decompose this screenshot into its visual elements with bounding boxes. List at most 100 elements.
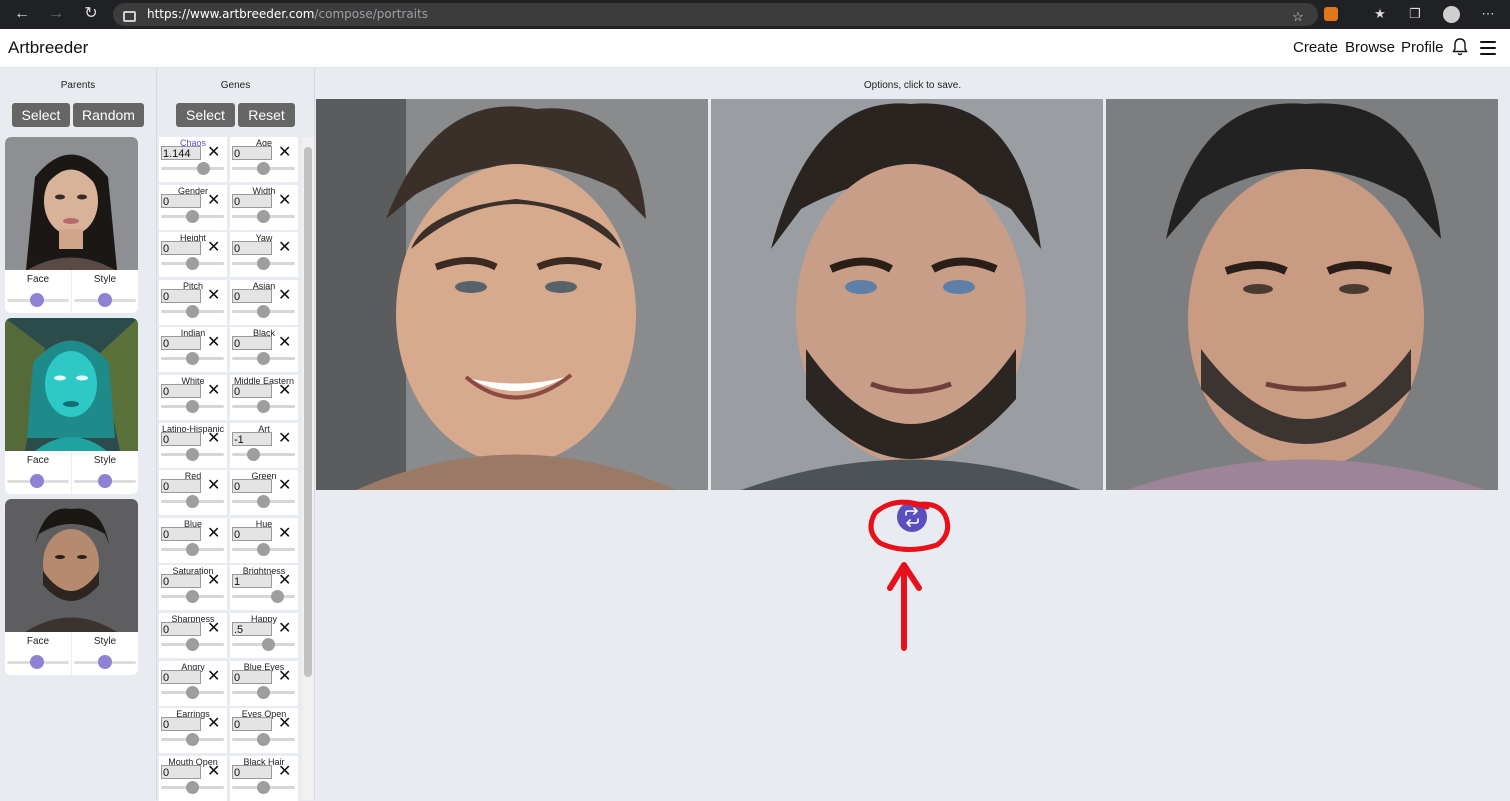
gene-slider-knob[interactable]: [257, 162, 270, 175]
gene-value-input[interactable]: 0: [161, 384, 201, 398]
close-icon[interactable]: ✕: [207, 619, 220, 639]
style-slider-knob[interactable]: [98, 293, 112, 307]
face-slider-knob[interactable]: [30, 655, 44, 669]
star-add-icon[interactable]: ☆: [1288, 8, 1308, 26]
gene-value-input[interactable]: 0: [161, 764, 201, 779]
gene-value-input[interactable]: 0: [161, 288, 201, 303]
parent-card[interactable]: Face Style: [5, 137, 138, 313]
gene-value-input[interactable]: 0: [161, 669, 201, 684]
gene-value-input[interactable]: 0: [161, 574, 201, 589]
bell-icon[interactable]: [1452, 38, 1468, 56]
parent-portrait-image[interactable]: [5, 499, 138, 632]
close-icon[interactable]: ✕: [207, 381, 220, 401]
nav-browse[interactable]: Browse: [1345, 39, 1395, 56]
gene-slider-knob[interactable]: [257, 257, 270, 271]
option-image[interactable]: [316, 99, 708, 490]
gene-slider-knob[interactable]: [257, 542, 270, 556]
reload-icon[interactable]: ↻: [80, 4, 102, 24]
gene-slider-knob[interactable]: [186, 638, 199, 651]
gene-slider-knob[interactable]: [257, 352, 270, 366]
brand-logo[interactable]: Artbreeder: [8, 38, 88, 58]
parent-portrait-image[interactable]: [5, 137, 138, 270]
favorites-icon[interactable]: ★: [1370, 5, 1390, 23]
option-image[interactable]: [711, 99, 1103, 490]
close-icon[interactable]: ✕: [278, 571, 291, 591]
parent-card[interactable]: Face Style: [5, 318, 138, 494]
gene-slider-track[interactable]: [232, 595, 295, 599]
close-icon[interactable]: ✕: [278, 333, 291, 353]
close-icon[interactable]: ✕: [207, 333, 220, 353]
gene-slider-knob[interactable]: [186, 542, 199, 556]
parent-card[interactable]: Face Style: [5, 499, 138, 675]
gene-slider-knob[interactable]: [247, 447, 260, 461]
gene-slider-knob[interactable]: [186, 495, 199, 509]
gene-value-input[interactable]: 0: [161, 193, 201, 208]
gene-slider-knob[interactable]: [257, 685, 270, 699]
close-icon[interactable]: ✕: [207, 429, 220, 449]
gene-slider-knob[interactable]: [186, 209, 199, 223]
nav-profile[interactable]: Profile: [1401, 39, 1444, 56]
gene-value-input[interactable]: 0: [161, 622, 201, 636]
close-icon[interactable]: ✕: [278, 286, 291, 306]
gene-slider-knob[interactable]: [257, 400, 270, 413]
gene-slider-knob[interactable]: [186, 590, 199, 604]
gene-slider-knob[interactable]: [257, 304, 270, 318]
profile-icon[interactable]: [1443, 6, 1460, 23]
gene-value-input[interactable]: 0: [232, 384, 272, 398]
address-bar[interactable]: https://www.artbreeder.com/compose/portr…: [113, 3, 1318, 26]
gene-slider-knob[interactable]: [186, 400, 199, 413]
gene-value-input[interactable]: 0: [232, 479, 272, 494]
gene-value-input[interactable]: 0: [232, 146, 272, 160]
close-icon[interactable]: ✕: [207, 571, 220, 591]
gene-slider-knob[interactable]: [257, 733, 270, 747]
genes-scrollbar[interactable]: [302, 137, 314, 800]
gene-slider-knob[interactable]: [262, 638, 275, 651]
collections-icon[interactable]: ❐: [1405, 5, 1425, 23]
gene-slider-knob[interactable]: [257, 780, 270, 794]
close-icon[interactable]: ✕: [278, 667, 291, 687]
close-icon[interactable]: ✕: [207, 667, 220, 687]
gene-slider-knob[interactable]: [257, 209, 270, 223]
parent-portrait-image[interactable]: [5, 318, 138, 451]
style-slider-knob[interactable]: [98, 655, 112, 669]
close-icon[interactable]: ✕: [278, 714, 291, 734]
close-icon[interactable]: ✕: [278, 238, 291, 258]
gene-value-input[interactable]: 0: [232, 764, 272, 779]
close-icon[interactable]: ✕: [278, 619, 291, 639]
parents-random-button[interactable]: Random: [73, 103, 144, 127]
metamask-fox-icon[interactable]: [1324, 7, 1338, 21]
forward-icon[interactable]: →: [45, 4, 67, 24]
face-slider-knob[interactable]: [30, 474, 44, 488]
gene-value-input[interactable]: 0: [161, 717, 201, 732]
gene-value-input[interactable]: -1: [232, 431, 272, 446]
close-icon[interactable]: ✕: [278, 191, 291, 211]
close-icon[interactable]: ✕: [278, 762, 291, 782]
genes-reset-button[interactable]: Reset: [238, 103, 295, 127]
gene-value-input[interactable]: 0: [232, 336, 272, 351]
gene-value-input[interactable]: 0: [161, 336, 201, 351]
back-icon[interactable]: ←: [11, 4, 33, 24]
genes-select-button[interactable]: Select: [176, 103, 235, 127]
gene-slider-knob[interactable]: [271, 590, 284, 604]
face-slider-knob[interactable]: [30, 293, 44, 307]
gene-slider-knob[interactable]: [186, 733, 199, 747]
gene-value-input[interactable]: 0: [232, 193, 272, 208]
gene-slider-track[interactable]: [232, 452, 295, 456]
option-image[interactable]: [1106, 99, 1498, 490]
gene-value-input[interactable]: 0: [232, 669, 272, 684]
style-slider-knob[interactable]: [98, 474, 112, 488]
gene-value-input[interactable]: 0: [232, 241, 272, 256]
gene-slider-knob[interactable]: [186, 257, 199, 271]
gene-slider-knob[interactable]: [186, 352, 199, 366]
gene-value-input[interactable]: 0: [232, 717, 272, 732]
close-icon[interactable]: ✕: [207, 143, 220, 163]
close-icon[interactable]: ✕: [207, 476, 220, 496]
nav-create[interactable]: Create: [1293, 39, 1338, 56]
close-icon[interactable]: ✕: [278, 381, 291, 401]
close-icon[interactable]: ✕: [207, 714, 220, 734]
gene-value-input[interactable]: 0: [161, 431, 201, 446]
more-icon[interactable]: ⋯: [1478, 5, 1498, 23]
gene-value-input[interactable]: 0: [232, 526, 272, 541]
close-icon[interactable]: ✕: [207, 762, 220, 782]
gene-slider-knob[interactable]: [197, 162, 210, 175]
